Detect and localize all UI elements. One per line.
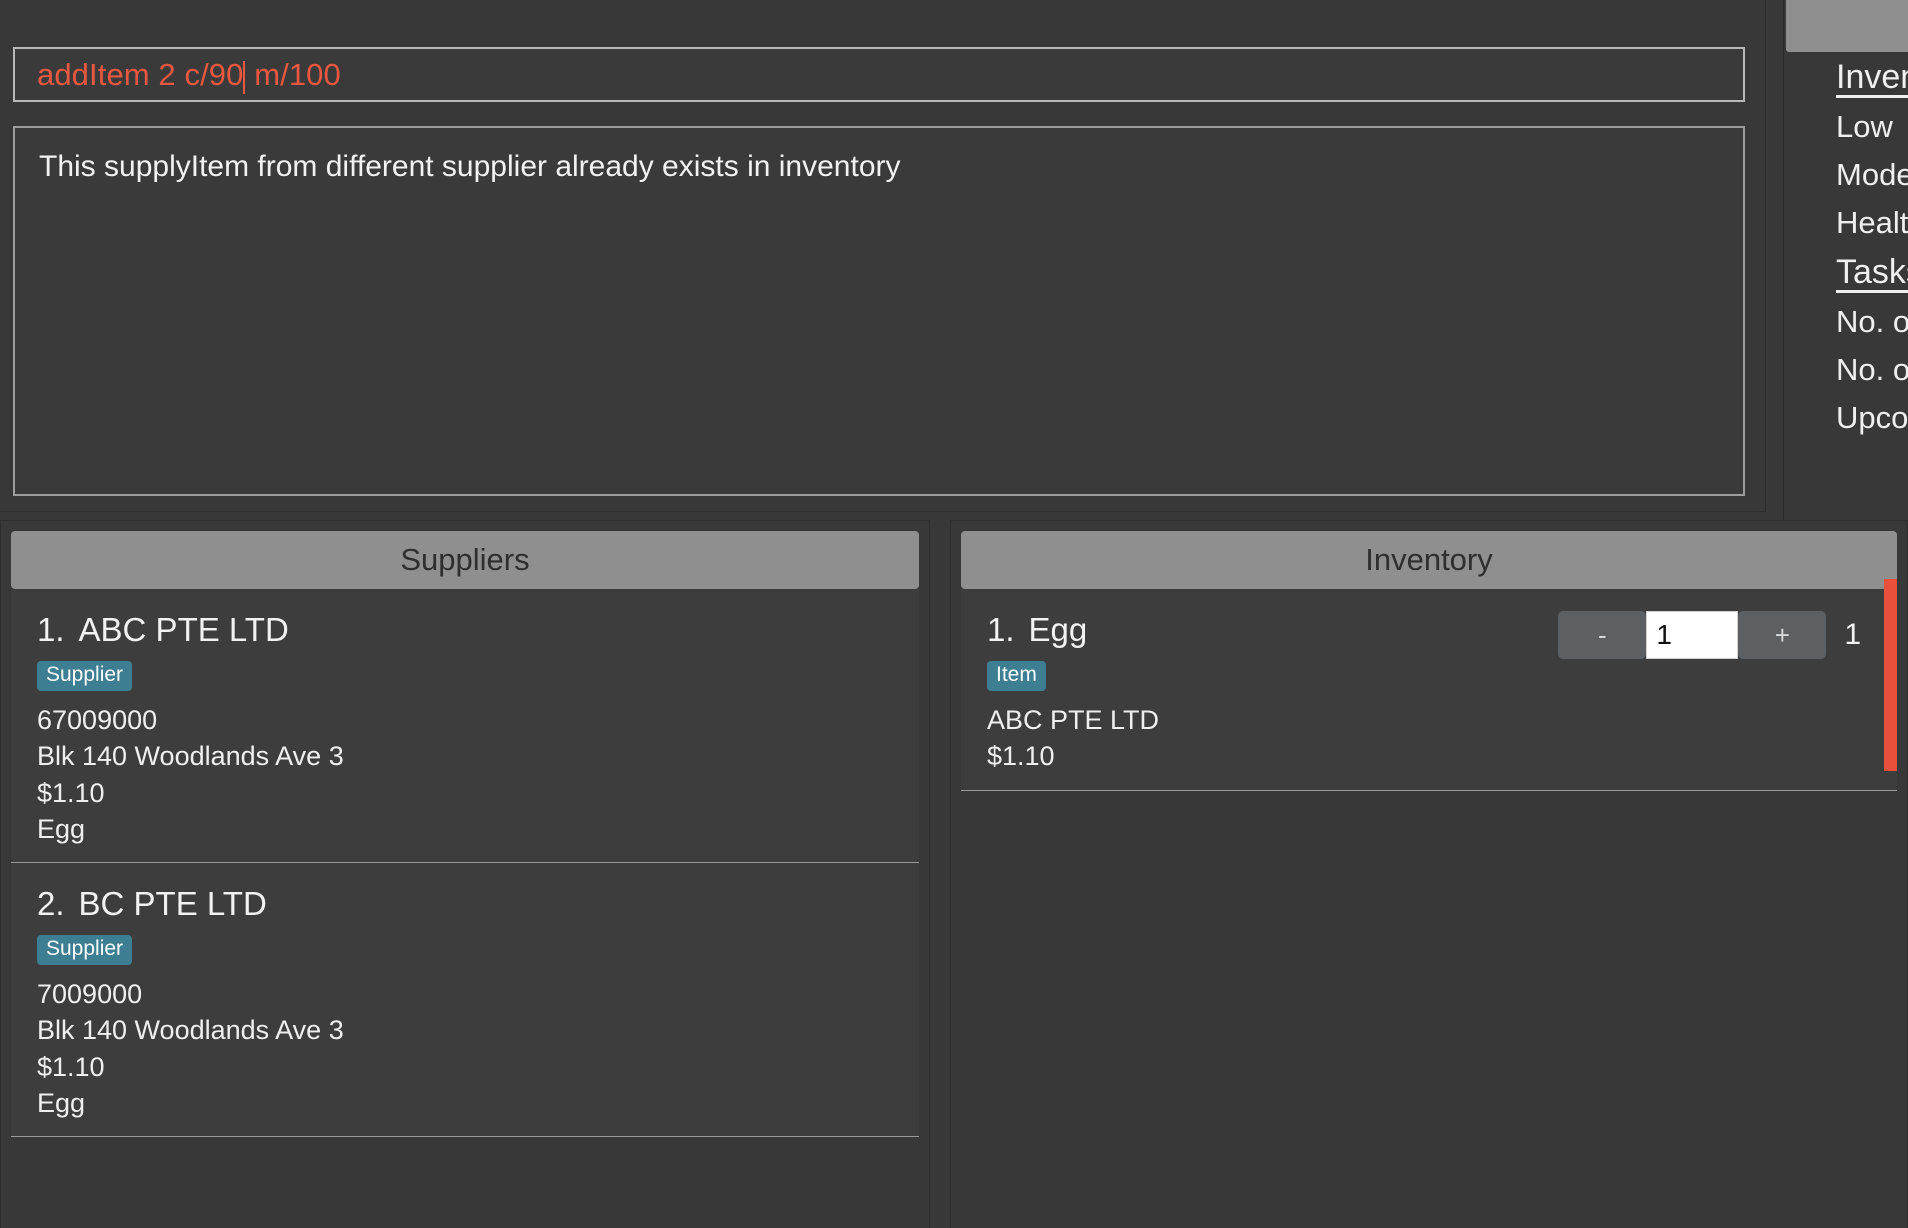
supplier-address: Blk 140 Woodlands Ave 3 [37, 1015, 344, 1046]
inventory-panel: Inventory - + 1 1. Egg Item ABC PTE LTD [950, 520, 1908, 1228]
status-task-line-2: No. of [1836, 352, 1908, 387]
suppliers-list[interactable]: 1. ABC PTE LTD Supplier 67009000 Blk 140 … [11, 589, 919, 1137]
status-task-line-3: Upcoming [1836, 400, 1908, 435]
status-line-low: Low [1836, 109, 1893, 144]
top-region: addItem 2 c/90 m/100 This supplyItem fro… [0, 0, 1766, 512]
supplier-index: 2. [37, 884, 65, 922]
supplier-title: 1. ABC PTE LTD [37, 611, 907, 649]
command-text-after-caret: m/100 [245, 56, 341, 92]
inventory-item-index: 1. [987, 611, 1015, 648]
supplier-badge: Supplier [37, 934, 133, 966]
quantity-input[interactable] [1646, 611, 1739, 659]
inventory-list[interactable]: - + 1 1. Egg Item ABC PTE LTD $1.10 [961, 579, 1897, 791]
application-window: addItem 2 c/90 m/100 This supplyItem fro… [0, 0, 1908, 1228]
status-tasks-heading: Tasks [1836, 253, 1908, 291]
result-display-wrapper: This supplyItem from different supplier … [9, 122, 1749, 500]
suppliers-panel: Suppliers 1. ABC PTE LTD Supplier 6700900… [0, 520, 930, 1228]
suppliers-panel-header: Suppliers [11, 531, 919, 589]
supplier-badge: Supplier [37, 661, 133, 692]
lists-region: Suppliers 1. ABC PTE LTD Supplier 6700900… [0, 512, 1908, 1228]
suppliers-panel-title: Suppliers [400, 542, 530, 577]
text-caret [243, 61, 246, 94]
command-input-wrapper: addItem 2 c/90 m/100 [9, 43, 1749, 106]
supplier-title: 2. BC PTE LTD [37, 885, 907, 923]
result-display: This supplyItem from different supplier … [13, 126, 1745, 496]
inventory-panel-header: Inventory [961, 531, 1897, 589]
supplier-list-item[interactable]: 2. BC PTE LTD Supplier 7009000 Blk 140 Wo… [11, 862, 919, 1137]
quantity-stepper[interactable]: - + 1 [1558, 611, 1861, 659]
stock-level-indicator [1884, 579, 1897, 771]
status-panel-header [1786, 0, 1908, 52]
supplier-phone: 67009000 [37, 705, 158, 736]
decrement-quantity-button[interactable]: - [1558, 611, 1647, 659]
supplier-price: $1.10 [37, 1051, 105, 1082]
supplier-address: Blk 140 Woodlands Ave 3 [37, 741, 344, 772]
inventory-panel-title: Inventory [1365, 542, 1493, 577]
inventory-list-item[interactable]: - + 1 1. Egg Item ABC PTE LTD $1.10 [961, 579, 1897, 791]
status-task-line-1: No. of [1836, 304, 1908, 339]
inventory-item-name: Egg [1028, 611, 1088, 648]
command-text-before-caret: addItem 2 c/90 [37, 56, 244, 92]
command-input[interactable]: addItem 2 c/90 m/100 [13, 47, 1745, 102]
result-message: This supplyItem from different supplier … [39, 150, 901, 183]
increment-quantity-button[interactable]: + [1738, 611, 1827, 659]
status-inventory-heading: Inventory [1836, 58, 1908, 96]
supplier-name: ABC PTE LTD [78, 611, 289, 648]
inventory-item-badge: Item [987, 661, 1046, 692]
inventory-item-supplier: ABC PTE LTD [987, 705, 1160, 736]
supplier-phone: 7009000 [37, 979, 143, 1010]
supplier-name: BC PTE LTD [78, 884, 267, 922]
supplier-price: $1.10 [37, 777, 105, 808]
supplier-product: Egg [37, 1087, 86, 1118]
inventory-item-price: $1.10 [987, 741, 1055, 772]
status-panel-body: Inventory Low Moderate Healthy Tasks No.… [1836, 58, 1908, 448]
supplier-index: 1. [37, 611, 65, 648]
quantity-count-label: 1 [1844, 618, 1861, 651]
supplier-list-item[interactable]: 1. ABC PTE LTD Supplier 67009000 Blk 140 … [11, 589, 919, 863]
status-line-moderate: Moderate [1836, 157, 1908, 192]
status-line-healthy: Healthy [1836, 205, 1908, 240]
supplier-product: Egg [37, 813, 86, 844]
